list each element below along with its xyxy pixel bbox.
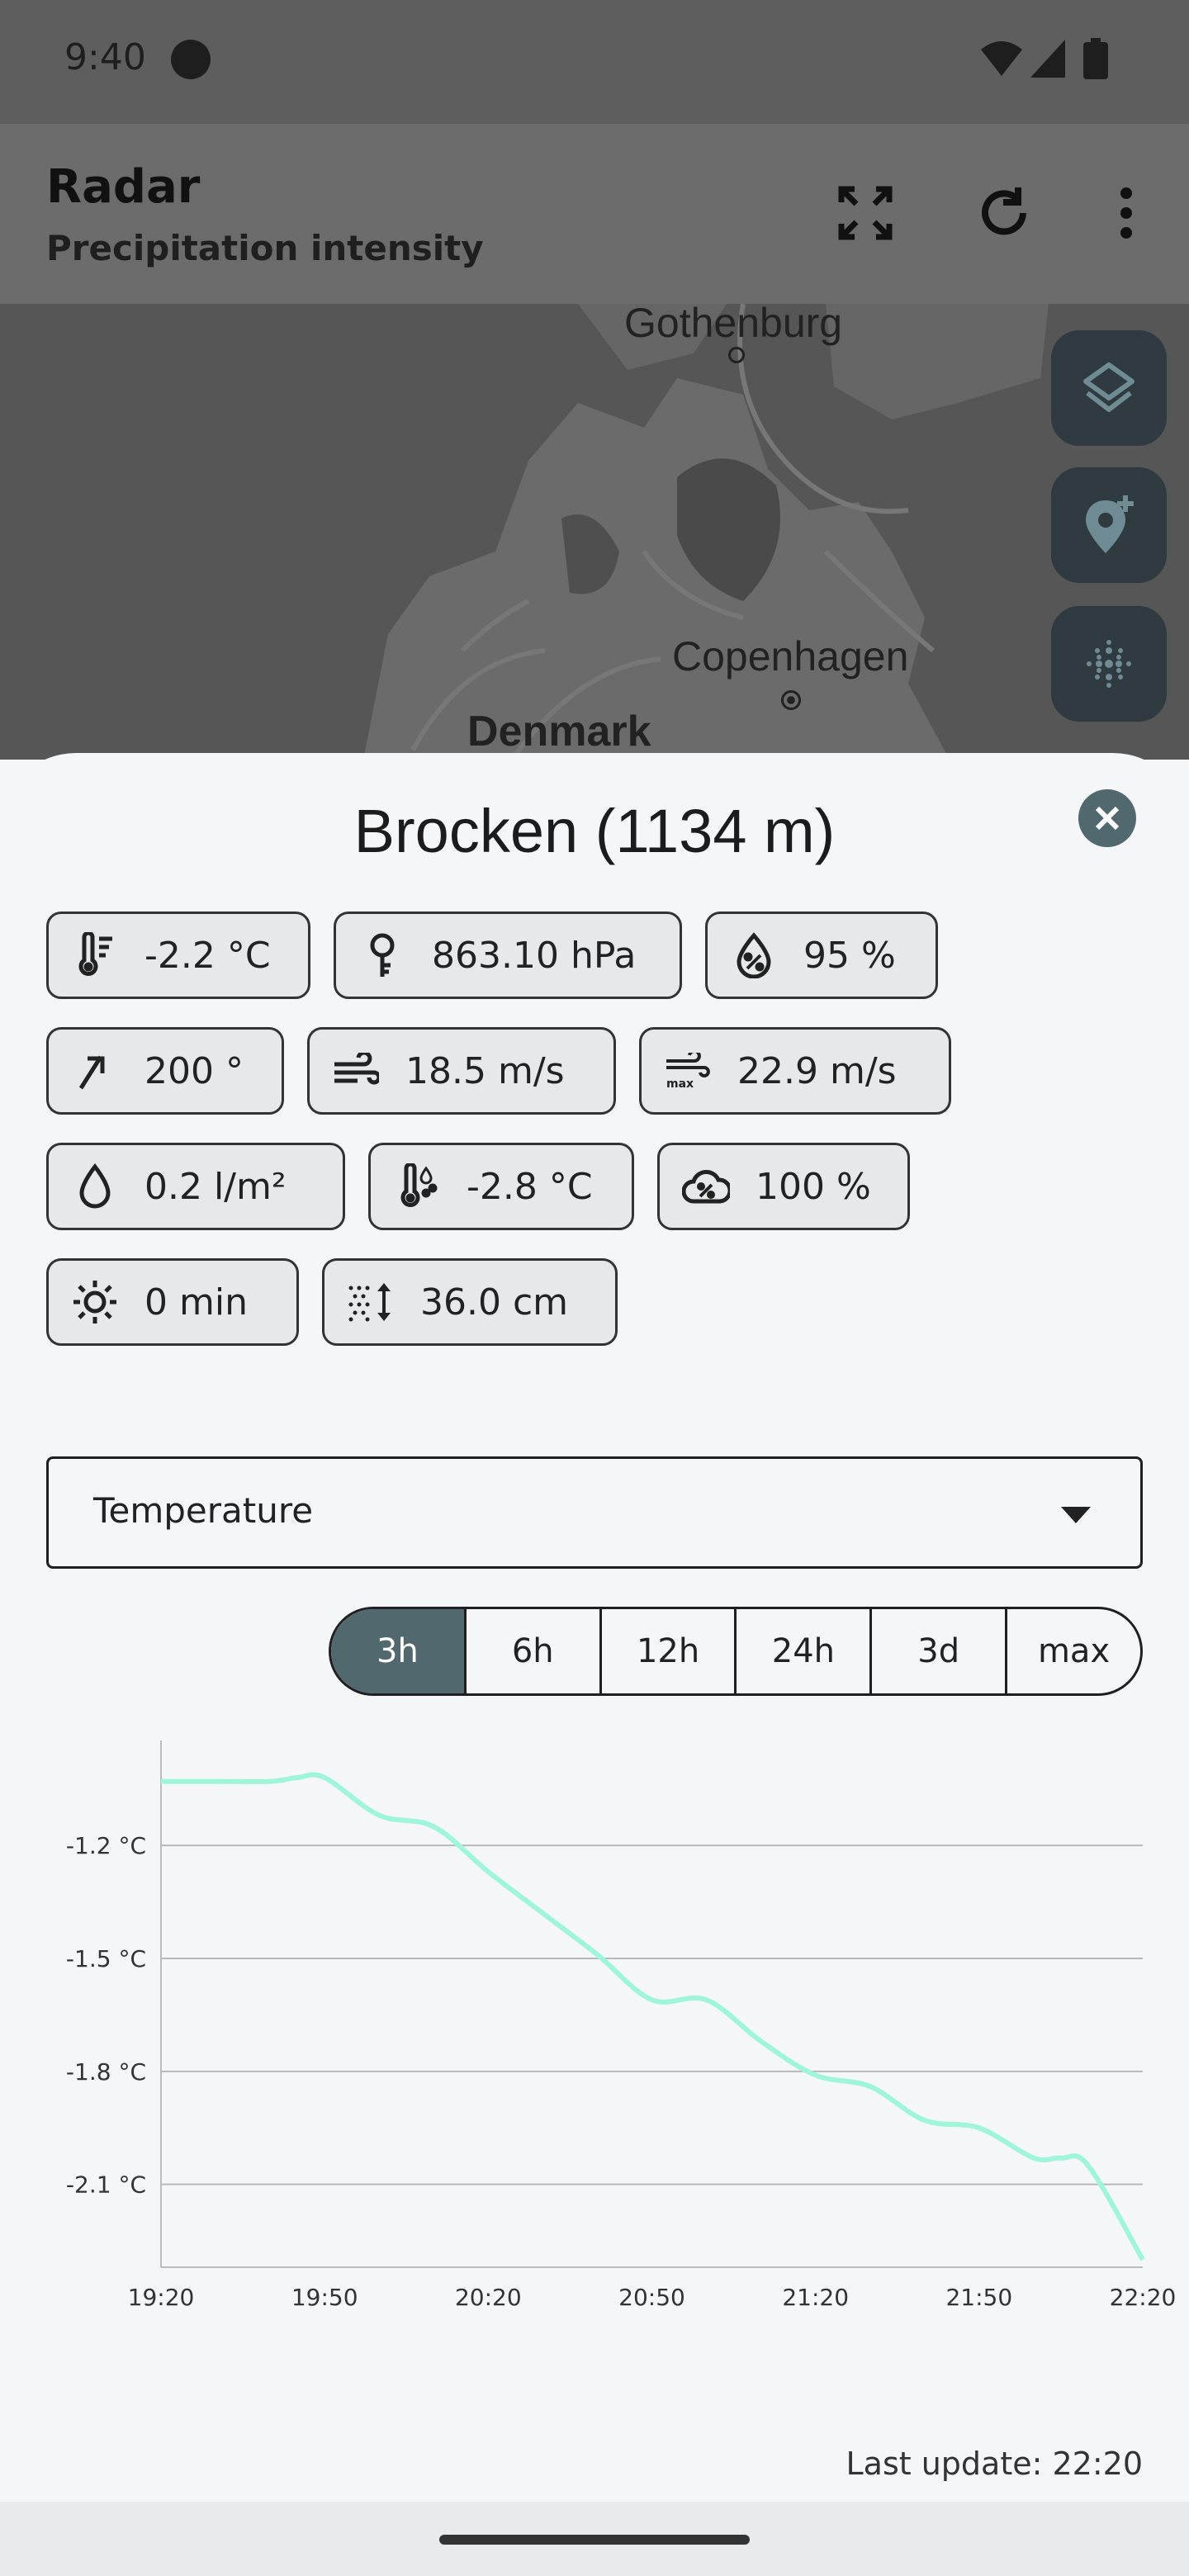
chip-dew-point[interactable]: -2.8 °C — [368, 1143, 634, 1230]
chip-value: 18.5 m/s — [405, 1049, 565, 1092]
range-button-3d[interactable]: 3d — [869, 1609, 1005, 1693]
chip-value: 200 ° — [144, 1049, 244, 1092]
x-tick-label: 19:50 — [291, 2284, 358, 2311]
range-button-max[interactable]: max — [1005, 1609, 1140, 1693]
temperature-chart: -1.2 °C -1.5 °C -1.8 °C -2.1 °C 19:20 19:50 20… — [0, 1727, 1189, 2355]
chip-snow-depth[interactable]: 36.0 cm — [322, 1258, 618, 1346]
parameter-select[interactable]: Temperature — [46, 1456, 1143, 1569]
chip-sunshine[interactable]: 0 min — [46, 1258, 299, 1346]
chip-pressure[interactable]: 863.10 hPa — [334, 912, 682, 999]
fullscreen-button[interactable] — [826, 173, 905, 253]
background-scrim: 9:40 Radar Precipitation intensity Gothe… — [0, 0, 1189, 760]
chip-value: 36.0 cm — [420, 1281, 569, 1324]
chip-wind-gust[interactable]: max 22.9 m/s — [639, 1027, 951, 1115]
time-range-selector: 3h 6h 12h 24h 3d max — [329, 1607, 1143, 1696]
x-tick-label: 21:20 — [782, 2284, 849, 2311]
station-title: Brocken (1134 m) — [353, 797, 836, 865]
chip-humidity[interactable]: 95 % — [705, 912, 938, 999]
wind-icon — [331, 1046, 381, 1096]
radar-map[interactable]: Gothenburg Copenhagen Denmark — [0, 300, 1189, 760]
more-options-button[interactable] — [1087, 173, 1166, 253]
dropdown-arrow-icon — [1061, 1507, 1091, 1523]
chip-value: 22.9 m/s — [737, 1049, 897, 1092]
chip-value: -2.2 °C — [144, 934, 271, 977]
x-tick-label: 20:20 — [455, 2284, 522, 2311]
chip-value: 100 % — [756, 1165, 871, 1208]
parameter-select-value: Temperature — [93, 1490, 314, 1531]
wind-gust-icon: max — [663, 1046, 713, 1096]
add-location-button[interactable] — [1051, 467, 1167, 583]
x-tick-label: 22:20 — [1110, 2284, 1177, 2311]
chip-precipitation[interactable]: 0.2 l/m² — [46, 1143, 345, 1230]
barometer-icon — [358, 930, 407, 980]
chip-cloud-cover[interactable]: 100 % — [657, 1143, 910, 1230]
status-bar: 9:40 — [0, 0, 1189, 124]
y-tick-label: -1.2 °C — [66, 1832, 146, 1859]
y-tick-label: -1.5 °C — [66, 1945, 146, 1972]
chip-value: 95 % — [803, 934, 896, 977]
refresh-icon — [982, 187, 1026, 235]
app-bar: Radar Precipitation intensity — [0, 124, 1189, 304]
thermometer-icon — [70, 930, 120, 980]
humidity-icon — [729, 930, 779, 980]
map-background — [363, 303, 1049, 760]
gesture-handle[interactable] — [439, 2535, 750, 2545]
battery-icon — [1083, 38, 1108, 79]
chip-wind-speed[interactable]: 18.5 m/s — [307, 1027, 616, 1115]
map-label-gothenburg: Gothenburg — [624, 300, 843, 346]
range-button-6h[interactable]: 6h — [463, 1609, 599, 1693]
x-tick-label: 21:50 — [945, 2284, 1012, 2311]
precipitation-icon — [70, 1162, 120, 1211]
add-location-icon — [1086, 495, 1134, 553]
chip-temperature[interactable]: -2.2 °C — [46, 912, 310, 999]
radar-dots-button[interactable] — [1051, 606, 1167, 722]
x-tick-label: 19:20 — [128, 2284, 195, 2311]
y-tick-label: -2.1 °C — [66, 2171, 146, 2199]
notification-dot-icon — [171, 40, 211, 79]
chip-value: 0 min — [144, 1281, 248, 1324]
layers-button[interactable] — [1051, 330, 1167, 446]
chart-svg: -1.2 °C -1.5 °C -1.8 °C -2.1 °C 19:20 19:50 20… — [66, 1740, 1177, 2311]
cloud-cover-icon — [681, 1162, 731, 1211]
capital-marker-icon — [781, 690, 801, 710]
snow-depth-icon — [346, 1277, 396, 1327]
fullscreen-icon — [838, 186, 893, 240]
app-title: Radar — [46, 160, 201, 214]
wifi-icon — [981, 41, 1022, 76]
city-marker-icon — [728, 347, 745, 363]
range-button-12h[interactable]: 12h — [599, 1609, 735, 1693]
station-bottom-sheet: Brocken (1134 m) -2.2 °C 863.10 hPa 95 %… — [0, 753, 1189, 2502]
last-update: Last update: 22:20 — [846, 2446, 1143, 2482]
chip-value: -2.8 °C — [467, 1165, 593, 1208]
chip-wind-direction[interactable]: 200 ° — [46, 1027, 284, 1115]
layers-icon — [1083, 362, 1135, 412]
refresh-button[interactable] — [964, 173, 1044, 253]
svg-text:max: max — [666, 1077, 694, 1089]
y-tick-label: -1.8 °C — [66, 2058, 146, 2086]
close-button[interactable] — [1078, 789, 1136, 847]
range-button-3h[interactable]: 3h — [331, 1609, 464, 1693]
x-tick-label: 20:50 — [618, 2284, 685, 2311]
temperature-series-line — [161, 1772, 1145, 2261]
close-icon — [1095, 806, 1120, 831]
map-label-denmark: Denmark — [467, 708, 651, 755]
dots-grid-icon — [1087, 640, 1131, 688]
status-time: 9:40 — [64, 36, 146, 78]
chip-value: 0.2 l/m² — [144, 1165, 287, 1208]
wind-direction-icon — [70, 1046, 120, 1096]
more-vert-icon — [1120, 187, 1132, 239]
app-subtitle: Precipitation intensity — [46, 228, 484, 268]
range-button-24h[interactable]: 24h — [734, 1609, 869, 1693]
signal-icon — [1030, 40, 1065, 78]
chip-value: 863.10 hPa — [432, 934, 637, 977]
dew-point-icon — [392, 1162, 442, 1211]
navigation-bar — [0, 2502, 1189, 2576]
map-label-copenhagen: Copenhagen — [672, 633, 909, 680]
sunshine-icon — [70, 1277, 120, 1327]
